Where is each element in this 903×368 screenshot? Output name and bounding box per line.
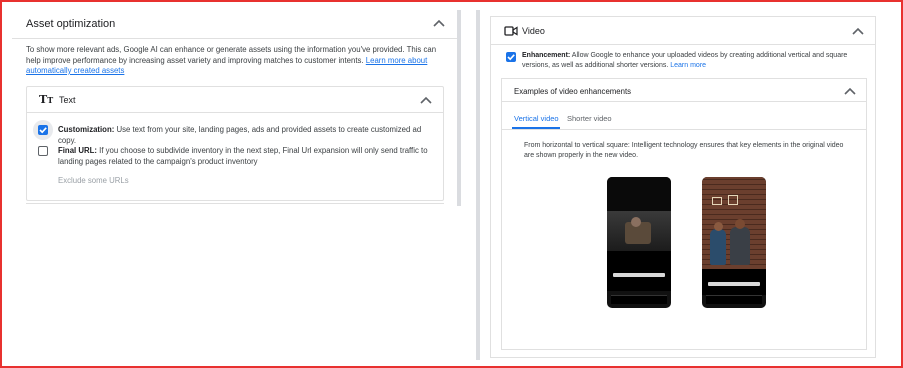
final-url-option: Final URL: If you choose to subdivide in… xyxy=(58,146,428,166)
example-description: From horizontal to vertical square: Inte… xyxy=(524,142,844,159)
chevron-up-icon[interactable] xyxy=(420,96,432,104)
chevron-up-icon[interactable] xyxy=(852,27,864,35)
vertical-video-preview-after xyxy=(702,177,766,308)
exclude-urls-link[interactable]: Exclude some URLs xyxy=(58,176,129,187)
video-title: Video xyxy=(522,26,545,36)
examples-card: Examples of video enhancements Vertical … xyxy=(501,78,867,350)
video-panel: Video Enhancement: Allow Google to enhan… xyxy=(490,16,876,358)
chevron-up-icon[interactable] xyxy=(433,19,445,27)
asset-optimization-description: To show more relevant ads, Google AI can… xyxy=(26,45,437,75)
text-section-card: TT Text Customization: Use text from you… xyxy=(26,86,444,201)
enhancement-option: Enhancement: Allow Google to enhance you… xyxy=(522,52,848,69)
enhancement-learn-more-link[interactable]: Learn more xyxy=(670,62,706,69)
tab-shorter-video[interactable]: Shorter video xyxy=(567,114,612,123)
examples-title: Examples of video enhancements xyxy=(514,87,632,96)
asset-optimization-title: Asset optimization xyxy=(26,18,116,30)
text-format-icon: TT xyxy=(39,93,54,106)
enhancement-checkbox[interactable] xyxy=(506,52,516,62)
text-section-title: Text xyxy=(59,95,76,105)
final-url-checkbox[interactable] xyxy=(38,146,48,156)
asset-optimization-panel: Asset optimization To show more relevant… xyxy=(12,10,457,204)
right-panel-edge xyxy=(476,10,480,360)
customization-checkbox[interactable] xyxy=(38,125,48,135)
vertical-video-preview-before xyxy=(607,177,671,308)
chevron-up-icon[interactable] xyxy=(844,87,856,95)
video-camera-icon xyxy=(504,26,518,36)
customization-option: Customization: Use text from your site, … xyxy=(58,125,422,145)
tab-vertical-video[interactable]: Vertical video xyxy=(514,114,559,123)
left-panel-edge xyxy=(457,10,461,206)
